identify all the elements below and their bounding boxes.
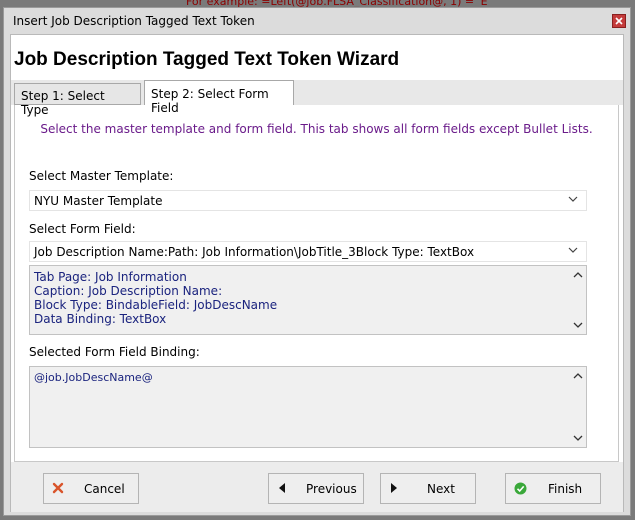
checkmark-icon [514, 482, 527, 495]
next-label: Next [427, 482, 455, 496]
previous-label: Previous [306, 482, 357, 496]
details-scrollbar[interactable] [570, 266, 586, 334]
chevron-down-icon [568, 247, 578, 253]
binding-textarea[interactable]: @job.JobDescName@ [29, 366, 587, 448]
scroll-up-icon[interactable] [573, 373, 583, 379]
master-template-select[interactable]: NYU Master Template [29, 190, 587, 211]
wizard-panel: Job Description Tagged Text Token Wizard… [10, 34, 624, 512]
form-field-value: Job Description Name:Path: Job Informati… [34, 245, 475, 259]
button-bar: Cancel Previous Next Finish [11, 462, 623, 512]
finish-label: Finish [548, 482, 583, 496]
binding-scrollbar[interactable] [570, 367, 586, 447]
binding-label: Selected Form Field Binding: [29, 345, 200, 359]
close-button[interactable] [612, 14, 626, 28]
cancel-x-icon [52, 482, 64, 494]
window-title: Insert Job Description Tagged Text Token [13, 14, 255, 28]
scroll-up-icon[interactable] [573, 272, 583, 278]
chevron-down-icon [568, 196, 578, 202]
next-button[interactable]: Next [380, 473, 476, 504]
form-field-label: Select Form Field: [29, 222, 136, 236]
form-field-select[interactable]: Job Description Name:Path: Job Informati… [29, 241, 587, 262]
tab-strip: Step 1: Select Type Step 2: Select Form … [11, 80, 623, 117]
instruction-text: Select the master template and form fiel… [40, 122, 593, 136]
arrow-left-icon [279, 483, 285, 493]
master-template-label: Select Master Template: [29, 169, 174, 183]
cancel-label: Cancel [84, 482, 125, 496]
field-details-text: Tab Page: Job Information Caption: Job D… [34, 270, 277, 326]
title-bar: Insert Job Description Tagged Text Token [4, 8, 630, 34]
detail-line: Tab Page: Job Information [34, 270, 187, 284]
wizard-heading: Job Description Tagged Text Token Wizard [14, 49, 400, 70]
previous-button[interactable]: Previous [268, 473, 364, 504]
tab-content: Select the master template and form fiel… [14, 105, 619, 462]
detail-line: Data Binding: TextBox [34, 312, 167, 326]
binding-value: @job.JobDescName@ [34, 371, 153, 384]
arrow-right-icon [391, 483, 397, 493]
tab-step-2[interactable]: Step 2: Select Form Field [144, 80, 294, 115]
dialog-window: Insert Job Description Tagged Text Token… [3, 7, 631, 516]
finish-button[interactable]: Finish [505, 473, 601, 504]
master-template-value: NYU Master Template [34, 194, 163, 208]
cancel-button[interactable]: Cancel [43, 473, 139, 504]
close-x-icon [615, 17, 623, 25]
field-details-textarea[interactable]: Tab Page: Job Information Caption: Job D… [29, 265, 587, 335]
scroll-down-icon[interactable] [573, 322, 583, 328]
scroll-down-icon[interactable] [573, 435, 583, 441]
detail-line: Caption: Job Description Name: [34, 284, 223, 298]
detail-line: Block Type: BindableField: JobDescName [34, 298, 278, 312]
tab-step-1[interactable]: Step 1: Select Type [14, 83, 141, 117]
